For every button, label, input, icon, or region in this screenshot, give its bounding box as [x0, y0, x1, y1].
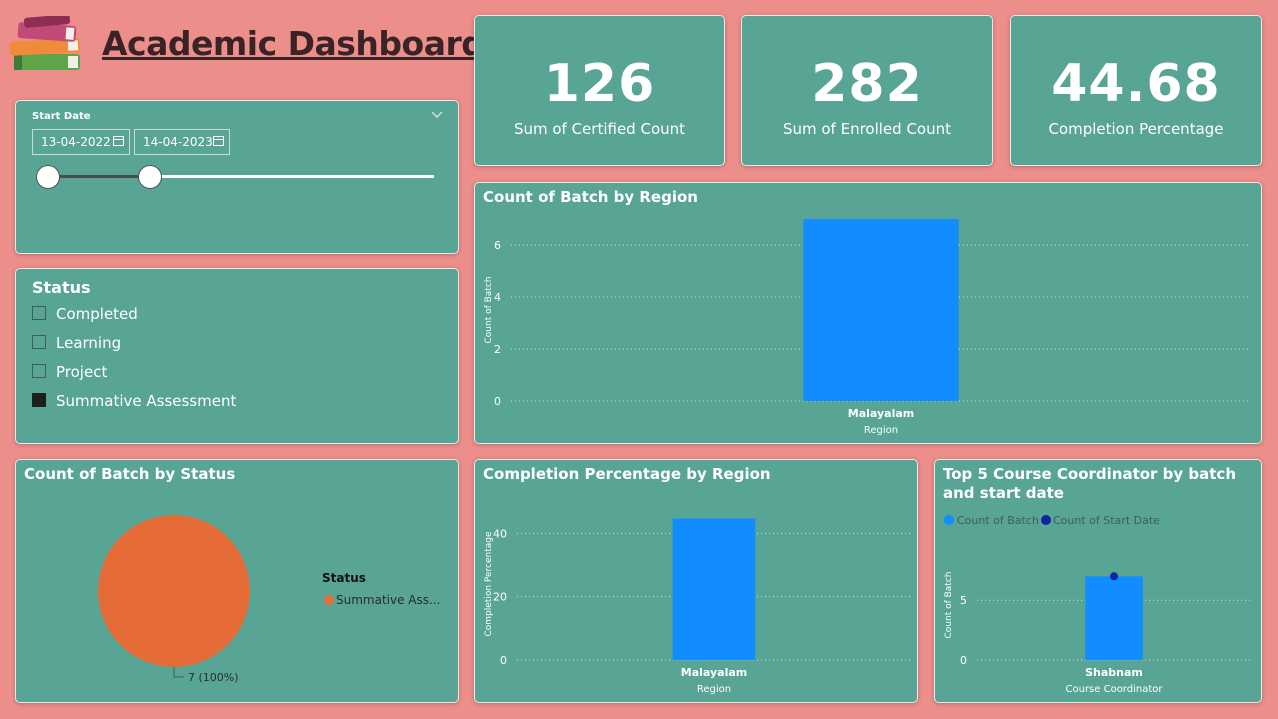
- kpi-value: 44.68: [1051, 54, 1221, 114]
- calendar-icon[interactable]: [213, 136, 224, 146]
- calendar-icon[interactable]: [113, 136, 124, 146]
- slicer-title: Start Date: [32, 111, 91, 122]
- end-date-input[interactable]: 14-04-2023: [134, 129, 230, 155]
- x-axis-label: Region: [864, 425, 898, 436]
- series-marker: [1110, 572, 1118, 581]
- x-tick-label: Malayalam: [848, 407, 914, 420]
- checkbox-checked[interactable]: [32, 393, 46, 407]
- slider-handle-end[interactable]: [138, 165, 162, 189]
- bar: [672, 518, 756, 660]
- y-tick-label: 0: [500, 654, 507, 667]
- y-axis-label: Count of Batch: [944, 572, 954, 639]
- status-slicer[interactable]: Status Completed Learning Project Summat…: [15, 268, 459, 444]
- chart-card-batch-by-region[interactable]: Count of Batch by Region 0 2 4 6 Count of Ba…: [474, 182, 1262, 444]
- y-axis-label: Count of Batch: [484, 277, 494, 344]
- pie-slice: [98, 515, 250, 667]
- chevron-down-icon[interactable]: [431, 111, 443, 119]
- checkbox[interactable]: [32, 364, 46, 378]
- kpi-card-certified[interactable]: 126 Sum of Certified Count: [474, 15, 725, 166]
- leader-line: [173, 667, 184, 678]
- start-date-value: 13-04-2022: [41, 135, 111, 149]
- y-tick-label: 2: [494, 343, 501, 356]
- combo-chart-top-coordinators: 0 5 Count of Batch Shabnam Course Coordinato…: [944, 514, 1251, 695]
- y-tick-label: 0: [494, 395, 501, 408]
- y-tick-label: 40: [493, 527, 507, 540]
- kpi-value: 282: [811, 54, 923, 114]
- checkbox[interactable]: [32, 335, 46, 349]
- kpi-card-enrolled[interactable]: 282 Sum of Enrolled Count: [741, 15, 993, 166]
- bar: [803, 219, 959, 401]
- kpi-value: 126: [543, 54, 656, 114]
- bar-chart-completion-by-region: 0 20 40Completion Percentage Malayalam Regio…: [484, 518, 911, 695]
- date-slicer[interactable]: Start Date 13-04-2022 14-04-2023: [15, 100, 459, 254]
- slider-handle-start[interactable]: [36, 165, 60, 189]
- x-axis-label: Region: [697, 684, 731, 695]
- kpi-label: Sum of Enrolled Count: [782, 120, 952, 138]
- kpi-label: Completion Percentage: [1048, 120, 1224, 138]
- pie-chart-batch-by-status: 7 (100%) Status Summative Ass...: [98, 515, 440, 684]
- y-tick-label: 20: [493, 591, 507, 604]
- legend-marker: [324, 595, 334, 605]
- chart-card-batch-by-status[interactable]: Count of Batch by Status 7 (100%) Status S…: [15, 459, 459, 703]
- page-title: Academic Dashboard: [102, 24, 485, 63]
- bar-chart-batch-by-region: 0 2 4 6 Count of Batch Malayalam Region: [484, 219, 1251, 436]
- bar: [1085, 576, 1143, 660]
- chart-card-top-coordinators[interactable]: Top 5 Course Coordinator by batch and st…: [934, 459, 1262, 703]
- slicer-title: Status: [32, 278, 91, 297]
- legend-label: Count of Start Date: [1053, 514, 1160, 527]
- pie-data-label: 7 (100%): [188, 671, 239, 684]
- y-axis-label: Completion Percentage: [484, 531, 494, 637]
- kpi-label: Sum of Certified Count: [513, 120, 686, 138]
- x-tick-label: Malayalam: [681, 666, 747, 679]
- y-tick-label: 5: [960, 594, 967, 607]
- checkbox[interactable]: [32, 306, 46, 320]
- y-tick-label: 6: [494, 239, 501, 252]
- legend-label: Count of Batch: [957, 514, 1039, 527]
- y-tick-label: 4: [494, 291, 501, 304]
- y-tick-label: 0: [960, 654, 967, 667]
- legend-marker: [944, 515, 954, 525]
- slider-range: [48, 175, 150, 178]
- kpi-card-completion[interactable]: 44.68 Completion Percentage: [1010, 15, 1262, 166]
- legend-title: Status: [322, 571, 366, 585]
- x-tick-label: Shabnam: [1085, 666, 1143, 679]
- legend-label: Summative Ass...: [336, 593, 440, 607]
- start-date-input[interactable]: 13-04-2022: [32, 129, 130, 155]
- stacked-books-icon: [9, 16, 81, 70]
- x-axis-label: Course Coordinator: [1066, 684, 1164, 695]
- end-date-value: 14-04-2023: [143, 135, 213, 149]
- chart-card-completion-by-region[interactable]: Completion Percentage by Region 0 20 40 Com…: [474, 459, 918, 703]
- legend-marker: [1041, 515, 1051, 525]
